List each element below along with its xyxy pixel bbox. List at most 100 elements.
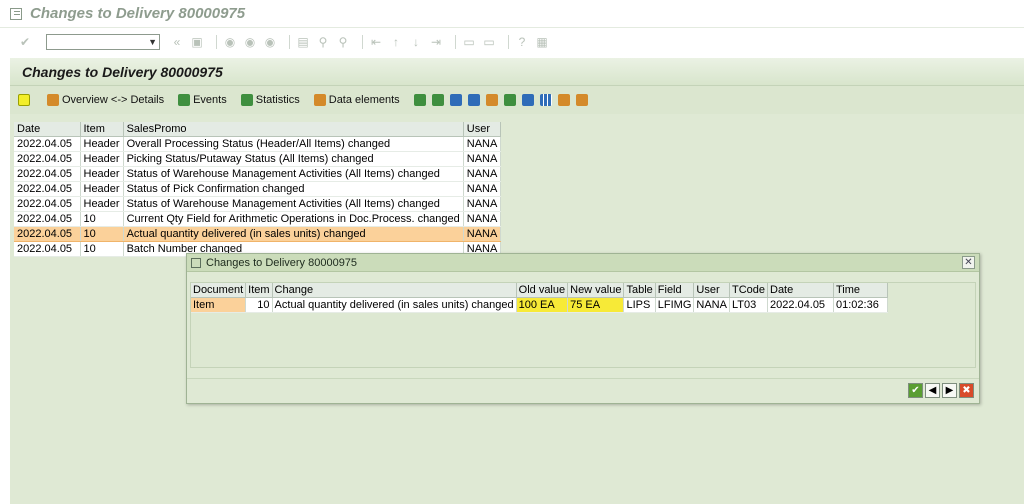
column-header-field[interactable]: Field — [655, 283, 695, 298]
column-header-date[interactable]: Date — [14, 122, 81, 137]
cell-user: NANA — [463, 136, 502, 152]
find-icon[interactable]: ⚲ — [316, 35, 330, 49]
sort-descending-icon[interactable] — [431, 94, 444, 106]
next-page-icon[interactable]: ↓ — [409, 35, 423, 49]
print-preview-icon[interactable] — [485, 94, 498, 106]
column-header-tcode[interactable]: TCode — [729, 283, 769, 298]
sort-ascending-icon[interactable] — [413, 94, 426, 106]
exit-icon[interactable]: ◉ — [243, 35, 257, 49]
layout-icon[interactable] — [539, 94, 552, 106]
data-elements-label: Data elements — [328, 94, 400, 106]
column-header-document[interactable]: Document — [191, 283, 247, 298]
cell-text: Status of Warehouse Management Activitie… — [123, 196, 464, 212]
toolbar-separator — [289, 35, 290, 49]
window-menu-icon[interactable] — [10, 7, 22, 20]
chevron-down-icon[interactable]: ▼ — [148, 37, 157, 47]
data-elements-button[interactable]: Data elements — [313, 94, 400, 106]
cell-user: NANA — [463, 151, 502, 167]
cell-user: NANA — [463, 226, 502, 242]
table-row[interactable]: 2022.04.05 Header Overall Processing Sta… — [14, 136, 502, 152]
command-field[interactable]: ▼ — [46, 34, 160, 50]
export-icon[interactable] — [503, 94, 516, 106]
column-header-new-value[interactable]: New value — [567, 283, 625, 298]
data-elements-icon — [313, 94, 326, 106]
table-row[interactable]: 2022.04.05 Header Status of Warehouse Ma… — [14, 196, 502, 212]
column-header-old-value[interactable]: Old value — [516, 283, 569, 298]
table-row[interactable]: 2022.04.05 10 Current Qty Field for Arit… — [14, 211, 502, 227]
dialog-title: Changes to Delivery 80000975 — [206, 256, 358, 269]
detail-row[interactable]: Item 10 Actual quantity delivered (in sa… — [191, 297, 888, 313]
enter-icon[interactable]: ✔ — [18, 35, 32, 49]
table-header-row: Date Item SalesPromo User — [14, 122, 502, 137]
toolbar-separator — [216, 35, 217, 49]
previous-entry-button[interactable]: ◀ — [925, 383, 940, 398]
change-layout-icon[interactable] — [557, 94, 570, 106]
last-page-icon[interactable]: ⇥ — [429, 35, 443, 49]
print-icon[interactable]: ▤ — [296, 35, 310, 49]
close-icon[interactable]: ✕ — [962, 256, 975, 269]
view-icon[interactable] — [521, 94, 534, 106]
save-icon[interactable]: ▣ — [190, 35, 204, 49]
page-title: Changes to Delivery 80000975 — [22, 63, 223, 80]
next-entry-button[interactable]: ▶ — [942, 383, 957, 398]
table-row[interactable]: 2022.04.05 Header Status of Warehouse Ma… — [14, 166, 502, 182]
column-header-user[interactable]: User — [463, 122, 502, 137]
choose-button[interactable] — [18, 94, 33, 106]
table-row-selected[interactable]: 2022.04.05 10 Actual quantity delivered … — [14, 226, 502, 242]
cell-change: Actual quantity delivered (in sales unit… — [272, 297, 517, 313]
new-session-icon[interactable]: ▭ — [462, 35, 476, 49]
table-row[interactable]: 2022.04.05 Header Picking Status/Putaway… — [14, 151, 502, 167]
window-titlebar: Changes to Delivery 80000975 — [0, 0, 1024, 28]
change-log-grid: Date Item SalesPromo User 2022.04.05 Hea… — [14, 122, 502, 257]
help-icon[interactable]: ? — [515, 35, 529, 49]
choose-detail-icon — [18, 94, 30, 106]
total-icon[interactable] — [467, 94, 480, 106]
back-icon[interactable]: ◉ — [223, 35, 237, 49]
app-header: Changes to Delivery 80000975 — [10, 58, 1024, 86]
detail-header-row: Document Item Change Old value New value… — [191, 283, 888, 298]
find-next-icon[interactable]: ⚲ — [336, 35, 350, 49]
cell-item: 10 — [80, 211, 124, 227]
column-header-date[interactable]: Date — [767, 283, 834, 298]
events-button[interactable]: Events — [178, 94, 227, 106]
layout-menu-icon[interactable]: ▦ — [535, 35, 549, 49]
cell-item: 10 — [80, 241, 124, 257]
overview-details-button[interactable]: Overview <-> Details — [47, 94, 164, 106]
cell-time: 01:02:36 — [833, 297, 888, 313]
column-header-item[interactable]: Item — [245, 283, 273, 298]
previous-page-icon[interactable]: ↑ — [389, 35, 403, 49]
shortcut-icon[interactable]: ▭ — [482, 35, 496, 49]
cell-text: Status of Pick Confirmation changed — [123, 181, 464, 197]
cell-date: 2022.04.05 — [14, 166, 81, 182]
cell-item: Header — [80, 196, 124, 212]
statistics-button[interactable]: Statistics — [240, 94, 300, 106]
cancel-button[interactable]: ✖ — [959, 383, 974, 398]
table-row[interactable]: 2022.04.05 Header Status of Pick Confirm… — [14, 181, 502, 197]
cancel-icon[interactable]: ◉ — [263, 35, 277, 49]
first-page-icon[interactable]: ⇤ — [369, 35, 383, 49]
column-header-salespromo[interactable]: SalesPromo — [123, 122, 464, 137]
cell-item: 10 — [80, 226, 124, 242]
column-header-user[interactable]: User — [693, 283, 730, 298]
dialog-footer-divider — [187, 378, 979, 379]
column-header-table[interactable]: Table — [623, 283, 656, 298]
continue-button[interactable]: ✔ — [908, 383, 923, 398]
dialog-titlebar[interactable]: Changes to Delivery 80000975 ✕ — [187, 254, 979, 272]
column-header-time[interactable]: Time — [833, 283, 888, 298]
change-detail-dialog: Changes to Delivery 80000975 ✕ Document … — [186, 253, 980, 404]
events-icon — [178, 94, 191, 106]
cell-user: NANA — [463, 181, 502, 197]
cell-old-value: 100 EA — [516, 297, 569, 313]
overview-icon — [47, 94, 59, 106]
cell-date: 2022.04.05 — [14, 226, 81, 242]
filter-icon[interactable] — [449, 94, 462, 106]
column-header-change[interactable]: Change — [272, 283, 517, 298]
save-layout-icon[interactable] — [575, 94, 588, 106]
column-header-item[interactable]: Item — [80, 122, 124, 137]
toolbar-separator — [455, 35, 456, 49]
cell-user: NANA — [693, 297, 730, 313]
cell-text: Picking Status/Putaway Status (All Items… — [123, 151, 464, 167]
events-label: Events — [193, 94, 227, 106]
back-nav-icon[interactable]: « — [170, 35, 184, 49]
standard-toolbar: ✔ ▼ « ▣ ◉ ◉ ◉ ▤ ⚲ ⚲ ⇤ ↑ ↓ ⇥ ▭ ▭ ? ▦ — [0, 30, 1024, 54]
